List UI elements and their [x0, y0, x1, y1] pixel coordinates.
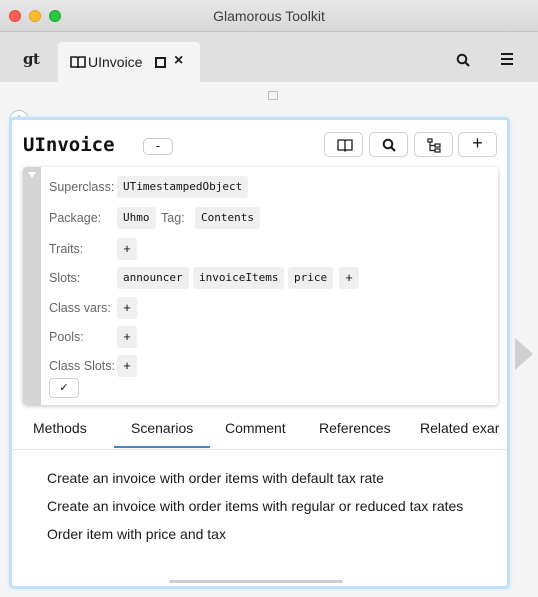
add-slot-button[interactable]: + [339, 267, 359, 289]
active-tab-indicator [114, 446, 210, 448]
add-pool-button[interactable]: + [117, 326, 137, 348]
pools-label: Pools: [49, 330, 84, 344]
collapse-sidebar[interactable] [23, 167, 41, 405]
package-label: Package: [49, 211, 102, 225]
collapse-triangle-icon[interactable] [28, 172, 36, 178]
search-icon [382, 138, 396, 152]
classvars-label: Class vars: [49, 301, 111, 315]
superclass-chip[interactable]: UTimestampedObject [117, 176, 249, 198]
window-title: Glamorous Toolkit [213, 8, 325, 24]
search-icon[interactable] [456, 53, 470, 67]
slot-chip[interactable]: invoiceItems [193, 267, 285, 289]
superclass-label: Superclass: [49, 180, 115, 194]
scenario-item[interactable]: Order item with price and tax [47, 526, 226, 542]
tab-label: UInvoice [88, 54, 143, 70]
hamburger-menu-icon[interactable] [501, 53, 513, 65]
class-definition-panel: Superclass: UTimestampedObject Package: … [23, 167, 498, 405]
book-icon [70, 56, 86, 68]
horizontal-scrollbar[interactable] [169, 580, 343, 583]
add-classslot-button[interactable]: + [117, 355, 137, 377]
tab-scenarios[interactable]: Scenarios [131, 420, 193, 436]
book-icon [337, 139, 353, 152]
tab-comment[interactable]: Comment [225, 420, 286, 436]
add-trait-button[interactable]: + [117, 238, 137, 260]
close-tab-icon[interactable]: × [174, 52, 183, 70]
tab-references[interactable]: References [319, 420, 391, 436]
add-button[interactable]: + [458, 132, 497, 157]
slots-label: Slots: [49, 271, 81, 285]
scenario-item[interactable]: Create an invoice with order items with … [47, 498, 463, 514]
class-coder-pane: UInvoice - + Superclass: UTimestampedObj… [12, 120, 507, 586]
traits-label: Traits: [49, 242, 84, 256]
tag-chip[interactable]: Contents [195, 207, 260, 229]
add-classvar-button[interactable]: + [117, 297, 137, 319]
class-title: UInvoice [23, 134, 115, 156]
tab-uinvoice[interactable]: UInvoice × [58, 42, 200, 82]
accept-button[interactable]: ✓ [49, 378, 79, 398]
content-area: + UInvoice - [0, 82, 538, 597]
view-tabs: Methods Scenarios Comment References Rel… [12, 412, 507, 450]
tab-bar: gt UInvoice × [0, 32, 538, 82]
browse-button[interactable] [324, 132, 363, 157]
next-pane-arrow-icon[interactable] [515, 338, 533, 370]
hierarchy-button[interactable] [414, 132, 453, 157]
tab-related-examples[interactable]: Related exar [420, 420, 499, 436]
package-chip[interactable]: Uhmo [117, 207, 156, 229]
collapse-button[interactable]: - [143, 138, 173, 155]
gt-logo[interactable]: gt [23, 50, 40, 68]
scenario-item[interactable]: Create an invoice with order items with … [47, 470, 384, 486]
tag-label: Tag: [161, 211, 185, 225]
tab-methods[interactable]: Methods [33, 420, 87, 436]
hierarchy-tree-icon [427, 138, 441, 153]
tabs-divider [12, 449, 507, 450]
pane-handle-icon[interactable] [268, 91, 278, 100]
inspect-button[interactable] [369, 132, 408, 157]
title-bar: Glamorous Toolkit [0, 0, 538, 32]
maximize-tab-icon[interactable] [155, 57, 166, 68]
slot-chip[interactable]: announcer [117, 267, 189, 289]
slot-chip[interactable]: price [288, 267, 334, 289]
app-window: Glamorous Toolkit gt UInvoice × + UInvoi… [0, 0, 538, 597]
classslots-label: Class Slots: [49, 359, 115, 373]
